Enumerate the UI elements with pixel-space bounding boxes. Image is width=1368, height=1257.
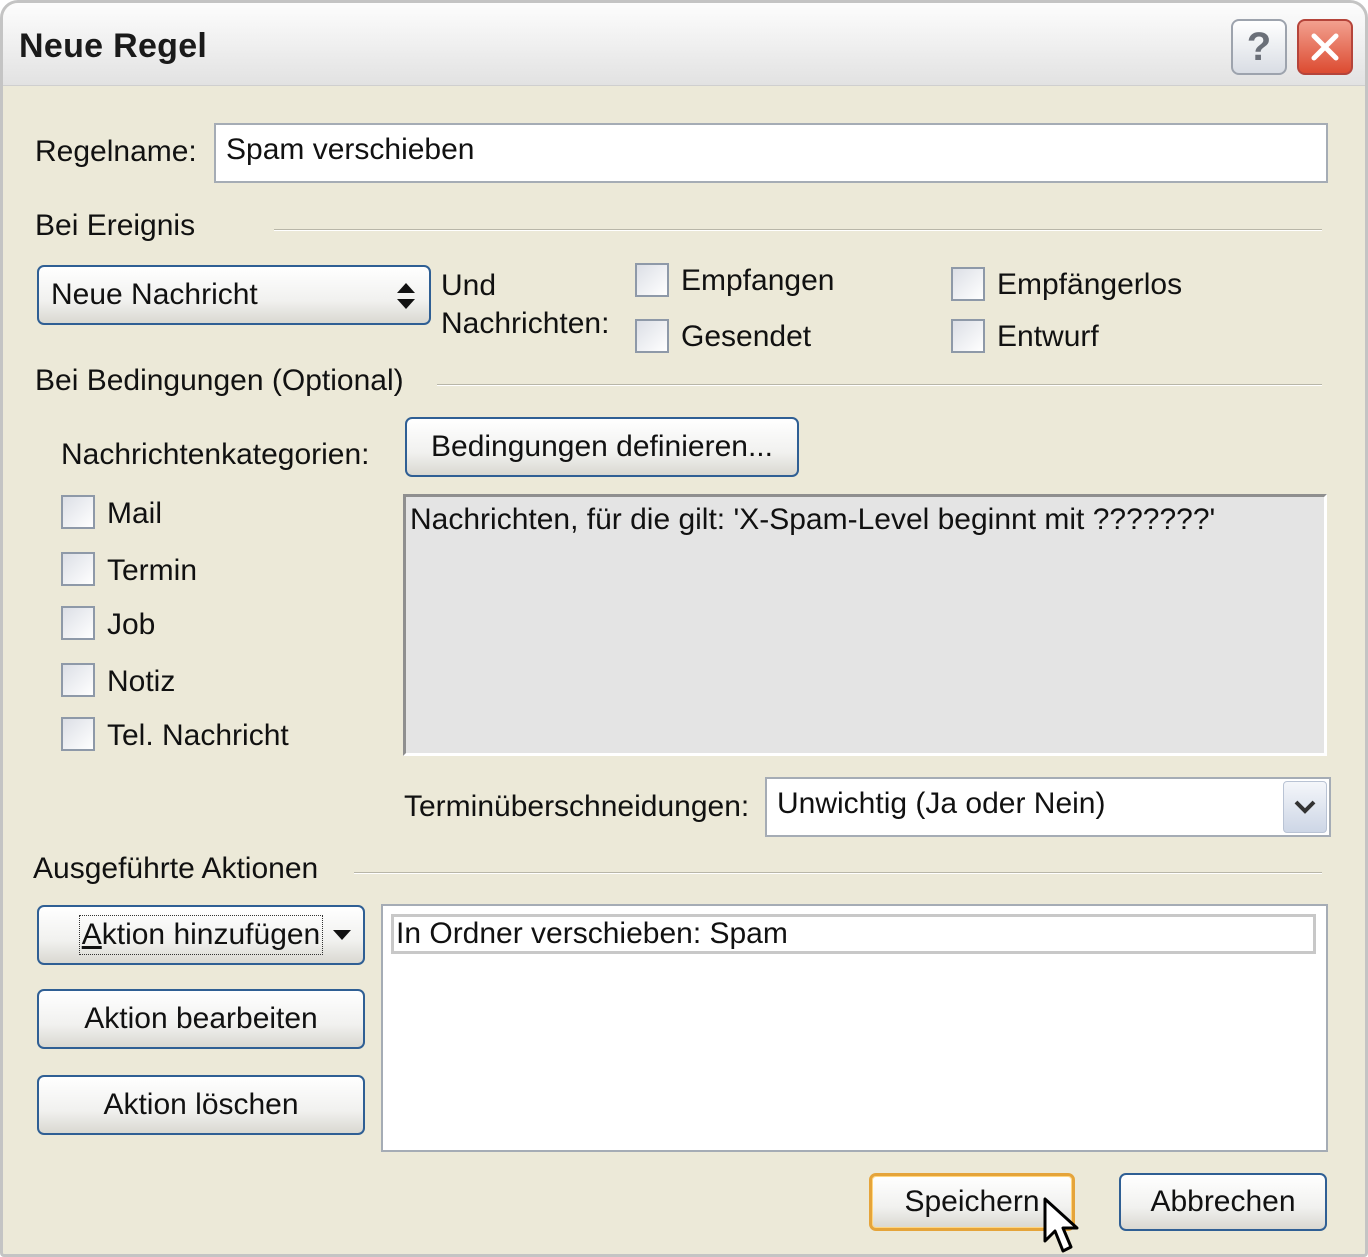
conditions-display: Nachrichten, für die gilt: 'X-Spam-Level… (403, 494, 1327, 756)
close-button[interactable] (1297, 19, 1353, 75)
category-tel-nachricht-label: Tel. Nachricht (107, 719, 289, 752)
event-section-divider (274, 229, 1322, 231)
event-select-value: Neue Nachricht (51, 278, 258, 311)
overlap-select[interactable]: Unwichtig (Ja oder Nein) (765, 777, 1331, 837)
event-select[interactable]: Neue Nachricht (37, 265, 431, 325)
cancel-button[interactable]: Abbrechen (1119, 1173, 1327, 1231)
checkbox-empfaengerlos[interactable] (951, 267, 985, 301)
category-job-label: Job (107, 608, 156, 641)
add-action-label: Aktion hinzufügen (78, 915, 324, 955)
dialog-body: Regelname: Spam verschieben Bei Ereignis… (9, 89, 1359, 1253)
category-notiz-label: Notiz (107, 665, 176, 698)
actions-section-heading: Ausgeführte Aktionen (33, 852, 319, 885)
category-notiz-checkbox[interactable] (61, 663, 95, 697)
category-mail-label: Mail (107, 497, 163, 530)
help-button[interactable]: ? (1231, 19, 1287, 75)
dialog-title: Neue Regel (19, 27, 208, 65)
checkbox-gesendet-label: Gesendet (681, 320, 812, 353)
close-icon (1311, 33, 1339, 61)
add-action-label-rest: ktion hinzufügen (101, 918, 321, 951)
overlap-select-value: Unwichtig (Ja oder Nein) (777, 787, 1106, 820)
rule-name-value: Spam verschieben (226, 133, 475, 166)
conditions-text: Nachrichten, für die gilt: 'X-Spam-Level… (410, 503, 1216, 536)
checkbox-empfangen[interactable] (635, 263, 669, 297)
help-icon: ? (1246, 24, 1272, 69)
category-termin-label: Termin (107, 554, 198, 587)
updown-arrows-icon (397, 283, 415, 309)
action-list-item[interactable]: In Ordner verschieben: Spam (391, 914, 1316, 954)
conditions-section-divider (437, 384, 1322, 386)
categories-label: Nachrichtenkategorien: (61, 438, 370, 471)
conditions-heading-text: Bei Bedingungen (35, 364, 264, 397)
und-label: Und (441, 269, 497, 302)
overlap-label: Terminüberschneidungen: (404, 790, 750, 823)
category-termin-checkbox[interactable] (61, 552, 95, 586)
nachrichten-label: Nachrichten: (441, 307, 610, 340)
conditions-heading-optional: (Optional) (271, 364, 404, 397)
edit-action-button[interactable]: Aktion bearbeiten (37, 989, 365, 1049)
add-action-mnemonic: A (81, 918, 102, 951)
checkbox-gesendet[interactable] (635, 319, 669, 353)
add-action-dropdown-icon (333, 930, 351, 940)
title-bar[interactable]: Neue Regel ? (3, 3, 1365, 86)
rule-name-input[interactable]: Spam verschieben (214, 123, 1328, 183)
actions-section-divider (354, 872, 1322, 874)
checkbox-entwurf[interactable] (951, 319, 985, 353)
mouse-cursor-icon (1043, 1197, 1079, 1253)
dialog-window: Neue Regel ? Regelname: Spam verschieben… (0, 0, 1368, 1257)
actions-list[interactable]: In Ordner verschieben: Spam (381, 904, 1328, 1152)
category-mail-checkbox[interactable] (61, 495, 95, 529)
add-action-button[interactable]: Aktion hinzufügen (37, 905, 365, 965)
category-job-checkbox[interactable] (61, 606, 95, 640)
checkbox-entwurf-label: Entwurf (997, 320, 1099, 353)
category-tel-nachricht-checkbox[interactable] (61, 717, 95, 751)
checkbox-empfangen-label: Empfangen (681, 264, 835, 297)
define-conditions-button[interactable]: Bedingungen definieren... (405, 417, 799, 477)
delete-action-button[interactable]: Aktion löschen (37, 1075, 365, 1135)
event-section-heading: Bei Ereignis (35, 209, 196, 242)
chevron-down-icon (1294, 800, 1316, 814)
overlap-dropdown-button[interactable] (1283, 781, 1327, 833)
checkbox-empfaengerlos-label: Empfängerlos (997, 268, 1183, 301)
conditions-section-heading: Bei Bedingungen (Optional) (35, 364, 404, 398)
rule-name-label: Regelname: (35, 135, 197, 168)
